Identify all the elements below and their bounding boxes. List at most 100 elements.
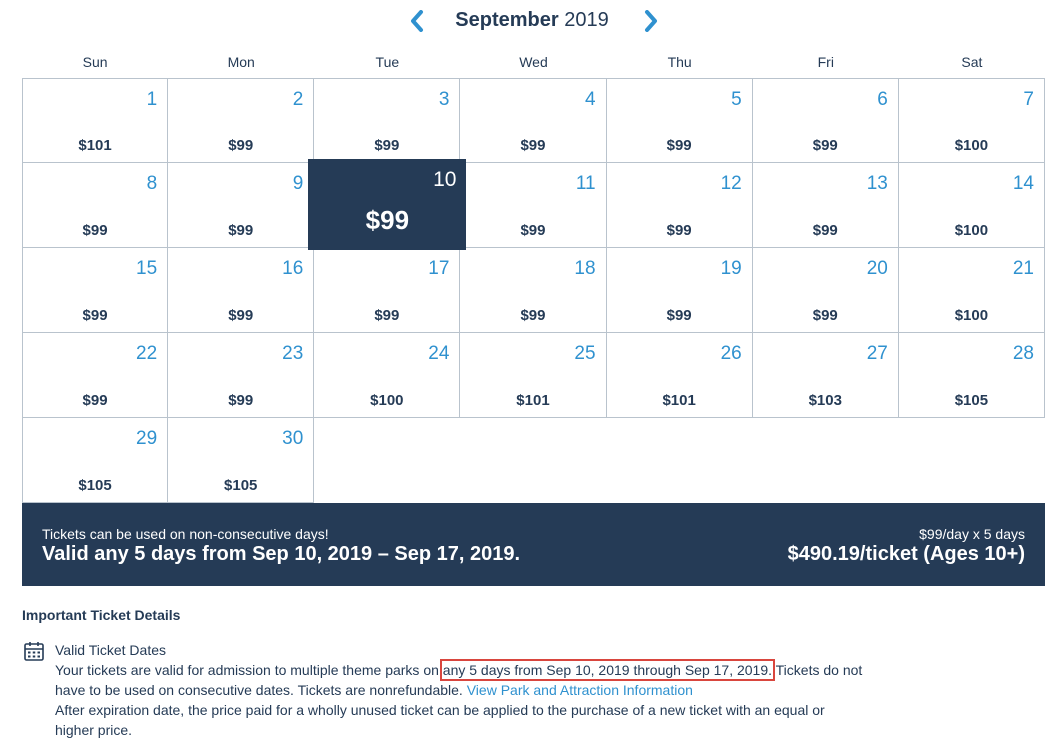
- day-price: $99: [228, 307, 254, 324]
- calendar-day[interactable]: 6 $99: [752, 78, 899, 163]
- calendar-empty-cell: [752, 418, 899, 503]
- calendar-day-selected[interactable]: 10 $99: [308, 159, 467, 250]
- calendar-header: September 2019: [0, 0, 1064, 44]
- calendar-day[interactable]: 7 $100: [898, 78, 1045, 163]
- calendar-day[interactable]: 30 $105: [168, 418, 315, 503]
- weekday-label: Fri: [817, 54, 834, 70]
- day-price: $105: [224, 477, 258, 494]
- non-consecutive-note: Tickets can be used on non-consecutive d…: [42, 526, 329, 542]
- day-price: $99: [666, 307, 692, 324]
- valid-ticket-dates-heading: Valid Ticket Dates: [55, 642, 167, 658]
- calendar-empty-cell: [606, 418, 753, 503]
- park-attraction-info-link[interactable]: View Park and Attraction Information: [467, 682, 693, 698]
- day-number: 24: [428, 343, 450, 364]
- day-price: $100: [954, 222, 989, 239]
- calendar-day[interactable]: 4 $99: [460, 78, 607, 163]
- day-price: $100: [954, 137, 989, 154]
- day-number: 22: [136, 343, 158, 364]
- weekday-label: Sun: [82, 54, 108, 70]
- day-price: $99: [666, 222, 692, 239]
- calendar-day[interactable]: 29 $105: [22, 418, 169, 503]
- ticket-summary-banner: Tickets can be used on non-consecutive d…: [22, 503, 1045, 586]
- day-price: $101: [662, 392, 696, 409]
- calendar-day[interactable]: 2 $99: [168, 78, 315, 163]
- day-number: 5: [731, 89, 742, 110]
- calendar-day[interactable]: 8 $99: [22, 163, 169, 248]
- calendar-day[interactable]: 24 $100: [314, 333, 461, 418]
- day-number: 6: [877, 89, 888, 110]
- day-number: 3: [438, 89, 450, 110]
- important-details-heading: Important Ticket Details: [22, 607, 181, 623]
- day-price: $99: [228, 392, 254, 409]
- day-number: 26: [720, 343, 742, 364]
- day-price: $103: [808, 392, 842, 409]
- month-title: September 2019: [0, 9, 1064, 32]
- calendar-day[interactable]: 16 $99: [168, 248, 315, 333]
- day-number: 23: [282, 343, 304, 364]
- day-price: $99: [812, 307, 838, 324]
- calendar-day[interactable]: 21 $100: [898, 248, 1045, 333]
- calendar-day[interactable]: 14 $100: [898, 163, 1045, 248]
- day-number: 7: [1023, 89, 1034, 110]
- valid-ticket-dates-text: Your tickets are valid for admission to …: [55, 659, 865, 740]
- calendar-day[interactable]: 23 $99: [168, 333, 315, 418]
- calendar-day[interactable]: 25 $101: [460, 333, 607, 418]
- day-price: $99: [520, 222, 546, 239]
- day-price: $99: [228, 222, 254, 239]
- calendar-day[interactable]: 17 $99: [314, 248, 461, 333]
- day-price: $105: [954, 392, 989, 409]
- day-price: $99: [666, 137, 692, 154]
- day-number: 20: [866, 258, 888, 279]
- day-number: 9: [292, 173, 304, 194]
- day-number: 10: [433, 168, 457, 191]
- calendar-day[interactable]: 12 $99: [606, 163, 753, 248]
- chevron-right-icon: [645, 10, 657, 32]
- details-text-end: After expiration date, the price paid fo…: [55, 702, 825, 738]
- month-name: September: [455, 9, 559, 31]
- day-number: 27: [866, 343, 888, 364]
- weekday-label: Mon: [227, 54, 255, 70]
- calendar-day[interactable]: 18 $99: [460, 248, 607, 333]
- day-number: 13: [866, 173, 888, 194]
- calendar-day[interactable]: 5 $99: [606, 78, 753, 163]
- calendar-day[interactable]: 26 $101: [606, 333, 753, 418]
- calendar-day[interactable]: 27 $103: [752, 333, 899, 418]
- calendar-day[interactable]: 15 $99: [22, 248, 169, 333]
- calendar-day[interactable]: 9 $99: [168, 163, 315, 248]
- day-number: 14: [1012, 173, 1034, 194]
- weekday-label: Thu: [667, 54, 692, 70]
- calendar-day[interactable]: 28 $105: [898, 333, 1045, 418]
- day-number: 19: [720, 258, 742, 279]
- day-price: $101: [78, 137, 112, 154]
- calendar-day[interactable]: 3 $99: [314, 78, 461, 163]
- calendar-day[interactable]: 22 $99: [22, 333, 169, 418]
- highlighted-date-range: any 5 days from Sep 10, 2019 through Sep…: [439, 659, 776, 681]
- weekday-label: Wed: [519, 54, 548, 70]
- day-number: 21: [1012, 258, 1034, 279]
- calendar-icon: [24, 642, 44, 661]
- calendar-empty-cell: [460, 418, 607, 503]
- calendar-day[interactable]: 20 $99: [752, 248, 899, 333]
- calendar-day[interactable]: 11 $99: [460, 163, 607, 248]
- calendar-day[interactable]: 1 $101: [22, 78, 169, 163]
- valid-date-range: Valid any 5 days from Sep 10, 2019 – Sep…: [42, 543, 521, 565]
- day-price: $99: [520, 307, 546, 324]
- calendar-day[interactable]: 13 $99: [752, 163, 899, 248]
- calendar-empty-cell: [314, 418, 461, 503]
- day-number: 12: [720, 173, 742, 194]
- calendar-day[interactable]: 19 $99: [606, 248, 753, 333]
- next-month-button[interactable]: [638, 8, 664, 34]
- day-price: $99: [374, 307, 400, 324]
- per-day-price: $99/day x 5 days: [919, 526, 1025, 542]
- details-text-before: Your tickets are valid for admission to …: [55, 662, 443, 678]
- calendar-empty-cell: [898, 418, 1045, 503]
- ticket-total-price: $490.19/ticket (Ages 10+): [787, 543, 1025, 565]
- calendar-grid: 1 $101 2 $99 3 $99 4 $99 5 $99 6 $99 7 $100 8 $99 9 $99 10…: [22, 78, 1045, 503]
- day-number: 15: [136, 258, 158, 279]
- day-number: 2: [292, 89, 304, 110]
- day-number: 16: [282, 258, 304, 279]
- day-number: 30: [282, 428, 304, 449]
- day-price: $99: [82, 307, 108, 324]
- day-price: $99: [82, 222, 108, 239]
- weekday-label: Tue: [375, 54, 400, 70]
